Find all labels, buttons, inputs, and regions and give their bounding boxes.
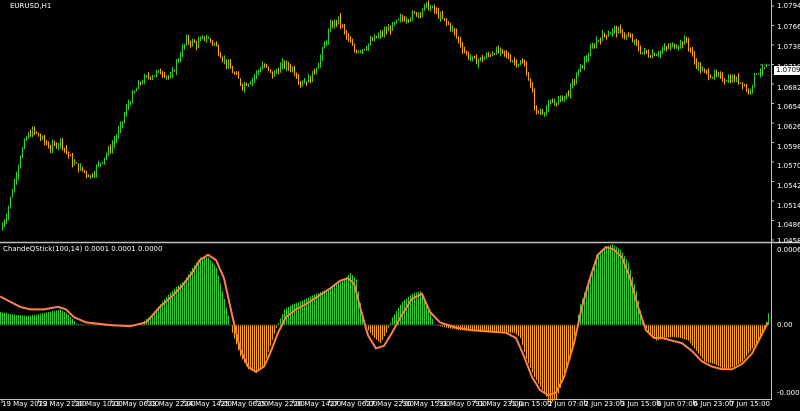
time-label: 2 Jun 07:00 [548, 400, 589, 408]
trading-chart[interactable]: EURUSD,H1 ChandeQStick(100,14) 0.0001 0.… [0, 0, 800, 411]
main-pane-title: EURUSD,H1 [10, 2, 52, 10]
indicator-tick: 0.00 [777, 321, 793, 329]
price-tick: 1.07385 [777, 43, 800, 51]
price-tick: 1.04860 [777, 221, 800, 229]
time-label: 7 Jun 15:00 [730, 400, 771, 408]
price-tick: 1.06545 [777, 103, 800, 111]
price-tick: 1.06825 [777, 84, 800, 92]
indicator-tick: -0.0006 [777, 389, 800, 397]
chart-canvas[interactable] [0, 0, 800, 411]
indicator-tick: 0.0006 [777, 246, 800, 254]
price-tick: 1.05140 [777, 202, 800, 210]
current-price-label: 1.07096 [774, 66, 800, 75]
price-tick: 1.06265 [777, 123, 800, 131]
price-tick: 1.05700 [777, 162, 800, 170]
time-label: 6 Jun 07:00 [657, 400, 698, 408]
price-tick: 1.07665 [777, 23, 800, 31]
time-label: 6 Jun 23:00 [693, 400, 734, 408]
price-tick: 1.04580 [777, 237, 800, 245]
price-tick: 1.05985 [777, 143, 800, 151]
time-label: 3 Jun 15:00 [620, 400, 661, 408]
signal-line [0, 245, 769, 397]
price-tick: 1.05420 [777, 182, 800, 190]
time-label: 1 Jun 15:00 [511, 400, 552, 408]
price-tick: 1.07945 [777, 2, 800, 10]
time-label: 2 Jun 23:00 [584, 400, 625, 408]
indicator-pane-title: ChandeQStick(100,14) 0.0001 0.0001 0.000… [3, 245, 163, 253]
